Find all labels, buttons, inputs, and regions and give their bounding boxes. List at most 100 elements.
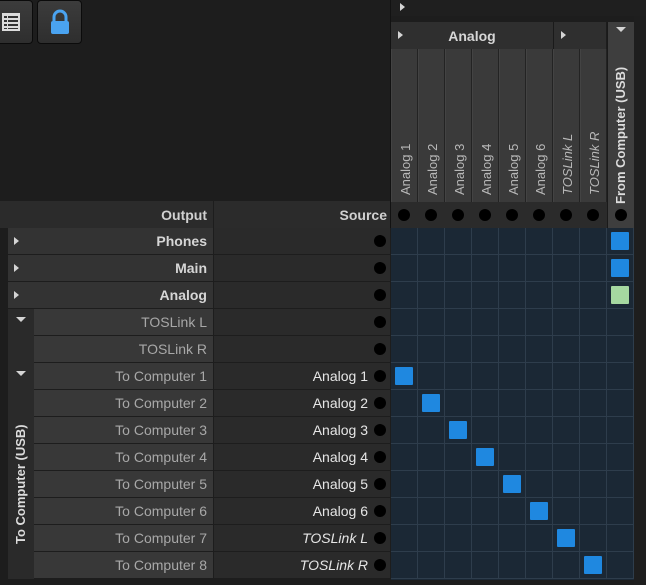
row-group-toslink[interactable] <box>8 309 34 363</box>
column-dot[interactable] <box>587 209 599 221</box>
row-dot[interactable] <box>374 478 386 490</box>
grid-cell[interactable] <box>445 498 472 525</box>
grid-cell[interactable] <box>607 309 634 336</box>
grid-cell[interactable] <box>553 390 580 417</box>
row-source[interactable] <box>214 228 390 254</box>
grid-cell[interactable] <box>391 228 418 255</box>
grid-cell[interactable] <box>445 390 472 417</box>
column-dot[interactable] <box>452 209 464 221</box>
grid-cell[interactable] <box>499 525 526 552</box>
row-source[interactable]: Analog 5 <box>214 471 390 497</box>
grid-cell[interactable] <box>418 525 445 552</box>
grid-cell[interactable] <box>553 444 580 471</box>
row-dot[interactable] <box>374 316 386 328</box>
grid-cell[interactable] <box>580 552 607 579</box>
row-dot[interactable] <box>374 451 386 463</box>
grid-cell[interactable] <box>499 282 526 309</box>
row-source[interactable] <box>214 282 390 308</box>
column-header-3[interactable]: Analog 3 <box>445 49 472 202</box>
grid-cell[interactable] <box>472 471 499 498</box>
row-source[interactable] <box>214 336 390 362</box>
grid-cell[interactable] <box>607 390 634 417</box>
row-output-usb[interactable]: To Computer 1 <box>34 363 213 389</box>
grid-cell[interactable] <box>580 390 607 417</box>
grid-cell[interactable] <box>499 228 526 255</box>
grid-cell[interactable] <box>526 471 553 498</box>
grid-cell[interactable] <box>526 498 553 525</box>
grid-cell[interactable] <box>472 498 499 525</box>
row-output-usb[interactable]: To Computer 5 <box>34 471 213 497</box>
grid-cell[interactable] <box>445 552 472 579</box>
grid-cell[interactable] <box>418 336 445 363</box>
grid-cell[interactable] <box>580 228 607 255</box>
column-header-4[interactable]: Analog 4 <box>472 49 499 202</box>
grid-cell[interactable] <box>499 363 526 390</box>
grid-cell[interactable] <box>391 525 418 552</box>
grid-cell[interactable] <box>553 336 580 363</box>
column-group-toslink[interactable] <box>553 22 606 49</box>
grid-cell[interactable] <box>472 552 499 579</box>
row-output-usb[interactable]: To Computer 4 <box>34 444 213 470</box>
column-header-7[interactable]: TOSLink L <box>553 49 580 202</box>
grid-cell[interactable] <box>391 255 418 282</box>
expand-arrow-icon[interactable] <box>14 264 19 272</box>
grid-cell[interactable] <box>526 363 553 390</box>
grid-cell[interactable] <box>472 228 499 255</box>
grid-cell[interactable] <box>526 228 553 255</box>
grid-cell[interactable] <box>607 336 634 363</box>
grid-cell[interactable] <box>553 417 580 444</box>
grid-cell[interactable] <box>445 471 472 498</box>
row-output-usb[interactable]: To Computer 7 <box>34 525 213 551</box>
column-dot[interactable] <box>479 209 491 221</box>
grid-cell[interactable] <box>472 390 499 417</box>
column-dot[interactable] <box>398 209 410 221</box>
row-source[interactable]: Analog 6 <box>214 498 390 524</box>
grid-cell[interactable] <box>607 363 634 390</box>
grid-cell[interactable] <box>418 444 445 471</box>
grid-cell[interactable] <box>526 282 553 309</box>
grid-cell[interactable] <box>553 255 580 282</box>
column-group-analog[interactable]: Analog <box>391 22 553 49</box>
column-dot[interactable] <box>533 209 545 221</box>
row-output-usb[interactable]: To Computer 8 <box>34 552 213 578</box>
row-source[interactable] <box>214 309 390 335</box>
grid-cell[interactable] <box>607 444 634 471</box>
grid-cell[interactable] <box>607 228 634 255</box>
grid-cell[interactable] <box>580 444 607 471</box>
grid-cell[interactable] <box>445 525 472 552</box>
row-group-analog[interactable]: Analog <box>8 282 213 308</box>
grid-cell[interactable] <box>553 363 580 390</box>
grid-cell[interactable] <box>580 255 607 282</box>
grid-cell[interactable] <box>472 363 499 390</box>
grid-cell[interactable] <box>472 255 499 282</box>
row-group-main[interactable]: Main <box>8 255 213 281</box>
list-button[interactable] <box>0 0 33 44</box>
grid-cell[interactable] <box>418 390 445 417</box>
lock-button[interactable] <box>37 0 82 44</box>
grid-cell[interactable] <box>607 552 634 579</box>
expand-arrow-icon[interactable] <box>14 237 19 245</box>
row-source[interactable]: Analog 4 <box>214 444 390 470</box>
row-group-usb[interactable]: To Computer (USB) <box>8 363 34 579</box>
grid-cell[interactable] <box>526 255 553 282</box>
row-source[interactable]: TOSLink R <box>214 552 390 578</box>
grid-cell[interactable] <box>580 282 607 309</box>
grid-cell[interactable] <box>472 282 499 309</box>
row-dot[interactable] <box>374 343 386 355</box>
row-dot[interactable] <box>374 370 386 382</box>
grid-cell[interactable] <box>445 282 472 309</box>
grid-cell[interactable] <box>499 471 526 498</box>
grid-cell[interactable] <box>445 444 472 471</box>
collapse-arrow-icon[interactable] <box>400 3 405 11</box>
grid-cell[interactable] <box>418 282 445 309</box>
column-dot[interactable] <box>425 209 437 221</box>
row-source[interactable]: Analog 2 <box>214 390 390 416</box>
grid-cell[interactable] <box>580 471 607 498</box>
grid-cell[interactable] <box>499 498 526 525</box>
expand-arrow-icon[interactable] <box>14 291 19 299</box>
column-dot[interactable] <box>506 209 518 221</box>
grid-cell[interactable] <box>607 417 634 444</box>
row-dot[interactable] <box>374 397 386 409</box>
grid-cell[interactable] <box>391 471 418 498</box>
column-header-6[interactable]: Analog 6 <box>526 49 553 202</box>
